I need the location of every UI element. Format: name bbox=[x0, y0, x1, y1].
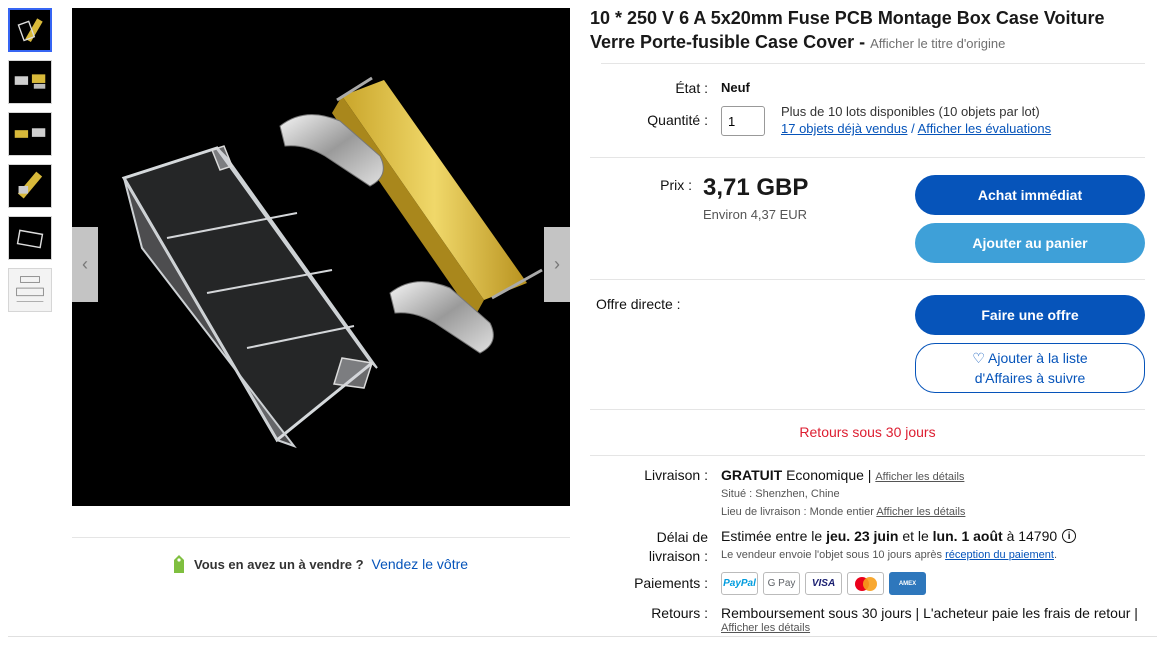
delivery-mid: et le bbox=[902, 528, 929, 544]
delivery-date-2: lun. 1 août bbox=[932, 528, 1003, 544]
thumbnail-image bbox=[14, 128, 46, 138]
thumbnail-image bbox=[16, 276, 44, 302]
fuse-holder-illustration bbox=[121, 76, 543, 449]
divider bbox=[590, 279, 1145, 280]
chevron-left-icon: ‹ bbox=[82, 254, 88, 274]
returns-details-link[interactable]: Afficher les détails bbox=[721, 622, 810, 634]
sell-yours-link[interactable]: Vendez le vôtre bbox=[372, 556, 469, 572]
condition-label: État : bbox=[675, 80, 708, 96]
shipping-details-link[interactable]: Afficher les détails bbox=[875, 471, 964, 483]
item-title: 10 * 250 V 6 A 5x20mm Fuse PCB Montage B… bbox=[590, 6, 1150, 56]
approx-value: 4,37 EUR bbox=[750, 207, 808, 222]
shipping-row: GRATUIT Economique | Afficher les détail… bbox=[721, 467, 964, 483]
price-tag-icon bbox=[174, 555, 184, 573]
sold-reviews-row: 17 objets déjà vendus / Afficher les éva… bbox=[781, 121, 1051, 136]
payment-received-link[interactable]: réception du paiement bbox=[945, 549, 1054, 561]
divider bbox=[590, 455, 1145, 456]
google-pay-icon: G Pay bbox=[763, 572, 800, 595]
thumbnail-4[interactable] bbox=[8, 164, 52, 208]
divider bbox=[590, 409, 1145, 410]
divider bbox=[601, 63, 1145, 64]
thumbnail-6[interactable] bbox=[8, 268, 52, 312]
info-icon[interactable]: i bbox=[1062, 529, 1077, 543]
shipping-free: GRATUIT bbox=[721, 467, 783, 483]
divider bbox=[590, 157, 1145, 158]
next-image-button[interactable]: › bbox=[544, 227, 570, 302]
bottom-divider bbox=[8, 636, 1157, 637]
add-to-watchlist-button[interactable]: ♡ Ajouter à la liste d'Affaires à suivre bbox=[915, 343, 1145, 393]
thumbnail-1[interactable] bbox=[8, 8, 52, 52]
thumbnail-3[interactable] bbox=[8, 112, 52, 156]
approx-prefix: Environ bbox=[703, 207, 748, 222]
quantity-label: Quantité : bbox=[647, 112, 708, 128]
returns-label: Retours : bbox=[651, 605, 708, 621]
shipping-label: Livraison : bbox=[644, 467, 708, 483]
sell-one-row: Vous en avez un à vendre ? Vendez le vôt… bbox=[172, 554, 468, 574]
item-title-text: 10 * 250 V 6 A 5x20mm Fuse PCB Montage B… bbox=[590, 8, 1105, 52]
divider bbox=[72, 537, 570, 538]
mastercard-circles bbox=[854, 576, 877, 591]
delivery-label-line-2: livraison : bbox=[648, 548, 708, 564]
ships-to-details-link[interactable]: Afficher les détails bbox=[876, 506, 965, 518]
thumbnail-image bbox=[14, 74, 46, 89]
product-main-image[interactable]: ‹ › bbox=[72, 8, 570, 506]
delivery-label-line-1: Délai de bbox=[656, 529, 708, 545]
approx-price: Environ 4,37 EUR bbox=[703, 207, 807, 222]
thumbnail-5[interactable] bbox=[8, 216, 52, 260]
availability-text: Plus de 10 lots disponibles (10 objets p… bbox=[781, 104, 1040, 119]
watchlist-line-2: d'Affaires à suivre bbox=[974, 370, 1086, 386]
make-offer-button[interactable]: Faire une offre bbox=[915, 295, 1145, 335]
returns-banner: Retours sous 30 jours bbox=[799, 424, 936, 440]
sell-one-text: Vous en avez un à vendre ? bbox=[194, 556, 364, 572]
paypal-icon: PayPal bbox=[721, 572, 758, 595]
sold-count-link[interactable]: 17 objets déjà vendus bbox=[781, 121, 907, 136]
delivery-note: Le vendeur envoie l'objet sous 10 jours … bbox=[721, 549, 1057, 561]
reviews-link[interactable]: Afficher les évaluations bbox=[918, 121, 1051, 136]
thumbnail-image bbox=[17, 171, 43, 199]
delivery-date-1: jeu. 23 juin bbox=[826, 528, 899, 544]
amex-icon: AMEX bbox=[889, 572, 926, 595]
buy-now-button[interactable]: Achat immédiat bbox=[915, 175, 1145, 215]
thumbnail-image bbox=[16, 229, 44, 249]
chevron-right-icon: › bbox=[554, 254, 560, 274]
price-label: Prix : bbox=[660, 177, 692, 193]
previous-image-button[interactable]: ‹ bbox=[72, 227, 98, 302]
separator: / bbox=[911, 121, 915, 136]
best-offer-label: Offre directe : bbox=[596, 296, 681, 312]
quantity-input[interactable] bbox=[721, 106, 765, 136]
price-value: 3,71 GBP bbox=[703, 174, 809, 201]
delivery-note-end: . bbox=[1053, 549, 1058, 561]
thumbnail-2[interactable] bbox=[8, 60, 52, 104]
ships-to-text: Lieu de livraison : Monde entier bbox=[721, 506, 874, 518]
ships-to-row: Lieu de livraison : Monde entier Affiche… bbox=[721, 506, 965, 518]
payments-label: Paiements : bbox=[634, 575, 708, 591]
thumbnail-image bbox=[17, 18, 43, 43]
delivery-estimate: Estimée entre le jeu. 23 juin et le lun.… bbox=[721, 528, 1077, 544]
delivery-suffix: à 14790 bbox=[1006, 528, 1058, 544]
shipping-method: Economique | bbox=[786, 467, 872, 483]
item-location: Situé : Shenzhen, Chine bbox=[721, 488, 840, 500]
delivery-note-text: Le vendeur envoie l'objet sous 10 jours … bbox=[721, 549, 943, 561]
delivery-label: Délai de livraison : bbox=[600, 528, 708, 566]
visa-icon: VISA bbox=[805, 572, 842, 595]
add-to-cart-button[interactable]: Ajouter au panier bbox=[915, 223, 1145, 263]
show-original-title-link[interactable]: Afficher le titre d'origine bbox=[870, 36, 1005, 51]
returns-details-link-text[interactable]: Afficher les détails bbox=[721, 622, 810, 634]
returns-text: Remboursement sous 30 jours | L'acheteur… bbox=[721, 605, 1138, 621]
mastercard-icon bbox=[847, 572, 884, 595]
delivery-prefix: Estimée entre le bbox=[721, 528, 823, 544]
condition-value: Neuf bbox=[721, 80, 750, 95]
watchlist-line-1: ♡ Ajouter à la liste bbox=[972, 350, 1088, 366]
